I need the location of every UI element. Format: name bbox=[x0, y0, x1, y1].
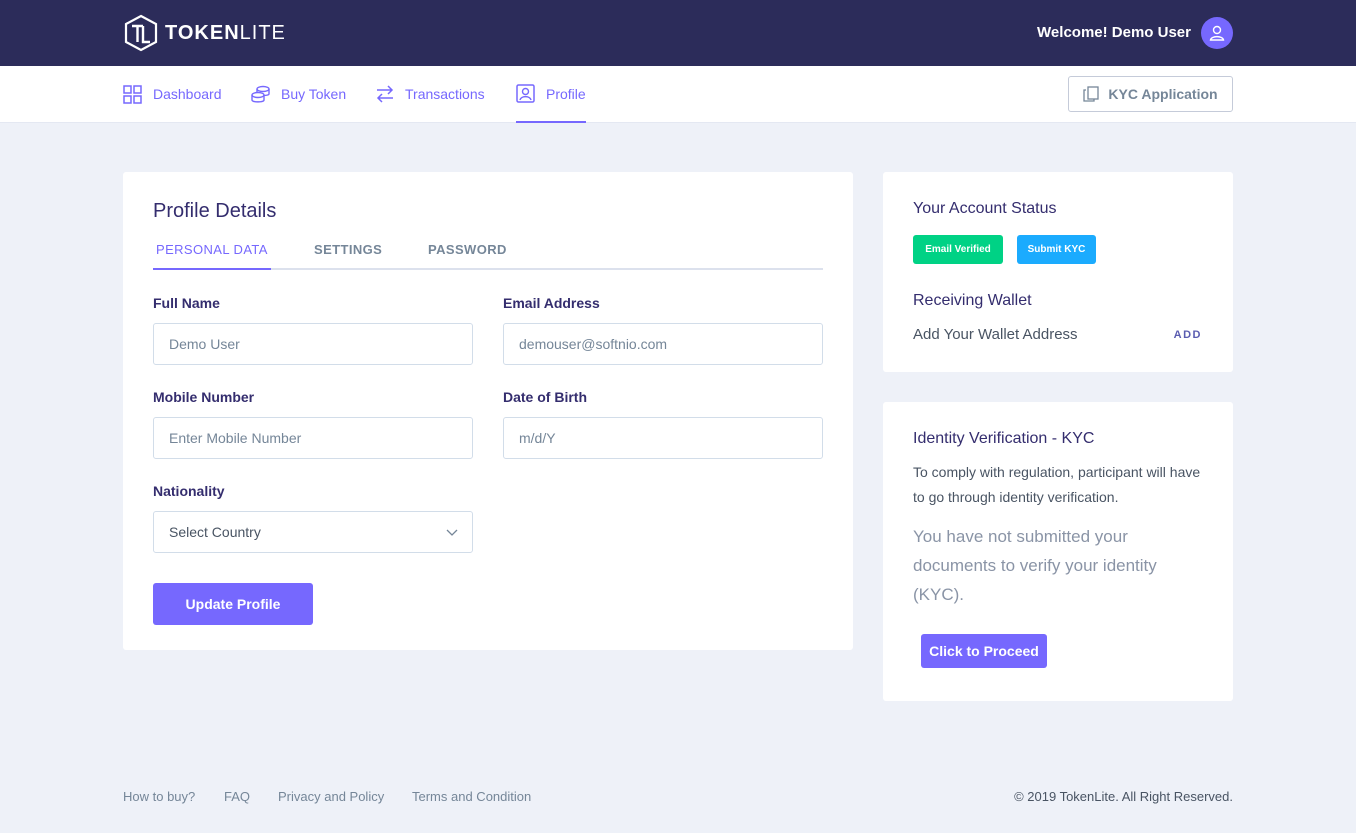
nav-transactions-label: Transactions bbox=[405, 86, 485, 102]
kyc-title: Identity Verification - KYC bbox=[913, 430, 1095, 447]
account-status-card: Your Account Status Email Verified Submi… bbox=[883, 172, 1233, 372]
footer-link-privacy[interactable]: Privacy and Policy bbox=[278, 789, 384, 804]
kyc-application-label: KYC Application bbox=[1108, 86, 1218, 102]
full-name-input[interactable]: Demo User bbox=[153, 323, 473, 365]
footer-link-terms[interactable]: Terms and Condition bbox=[412, 789, 531, 804]
transfer-icon bbox=[376, 85, 394, 103]
wallet-address-text: Add Your Wallet Address bbox=[913, 326, 1078, 343]
add-wallet-link[interactable]: ADD bbox=[1174, 329, 1202, 341]
coins-icon bbox=[251, 85, 270, 103]
nav-profile-label: Profile bbox=[546, 85, 586, 102]
dashboard-icon bbox=[123, 84, 142, 104]
footer-link-how-to-buy[interactable]: How to buy? bbox=[123, 789, 195, 804]
copyright-text: © 2019 TokenLite. All Right Reserved. bbox=[1014, 789, 1233, 804]
dob-input[interactable]: m/d/Y bbox=[503, 417, 823, 459]
kyc-note: You have not submitted your documents to… bbox=[913, 527, 1157, 604]
documents-icon bbox=[1083, 86, 1100, 102]
nav-profile[interactable]: Profile bbox=[516, 66, 586, 123]
nav-buy-token[interactable]: Buy Token bbox=[251, 66, 346, 122]
account-status-title: Your Account Status bbox=[913, 200, 1057, 217]
nationality-selected: Select Country bbox=[169, 524, 261, 540]
click-to-proceed-button[interactable]: Click to Proceed bbox=[921, 634, 1047, 668]
mobile-label: Mobile Number bbox=[153, 389, 255, 405]
nav-transactions[interactable]: Transactions bbox=[376, 66, 485, 122]
full-name-label: Full Name bbox=[153, 295, 220, 311]
top-bar: TOKENLITE Welcome! Demo User bbox=[0, 0, 1356, 66]
receiving-wallet-title: Receiving Wallet bbox=[913, 292, 1032, 309]
email-input[interactable]: demouser@softnio.com bbox=[503, 323, 823, 365]
update-profile-button[interactable]: Update Profile bbox=[153, 583, 313, 625]
nationality-label: Nationality bbox=[153, 483, 225, 499]
welcome-text: Welcome! Demo User bbox=[1037, 24, 1191, 41]
nationality-select[interactable]: Select Country bbox=[153, 511, 473, 553]
profile-icon bbox=[516, 84, 535, 103]
footer-link-faq[interactable]: FAQ bbox=[224, 789, 250, 804]
kyc-card: Identity Verification - KYC To comply wi… bbox=[883, 402, 1233, 701]
tab-settings[interactable]: SETTINGS bbox=[314, 242, 382, 270]
user-icon bbox=[1209, 25, 1225, 41]
profile-details-title: Profile Details bbox=[153, 200, 277, 222]
nav-dashboard[interactable]: Dashboard bbox=[123, 66, 222, 122]
profile-details-card: Profile Details PERSONAL DATA SETTINGS P… bbox=[123, 172, 853, 650]
submit-kyc-badge[interactable]: Submit KYC bbox=[1017, 235, 1096, 264]
chevron-down-icon bbox=[446, 529, 458, 536]
tab-password[interactable]: PASSWORD bbox=[428, 242, 507, 270]
email-verified-badge: Email Verified bbox=[913, 235, 1003, 264]
logo[interactable]: TOKENLITE bbox=[123, 14, 286, 52]
logo-icon bbox=[124, 14, 158, 52]
kyc-application-button[interactable]: KYC Application bbox=[1068, 76, 1233, 112]
dob-label: Date of Birth bbox=[503, 389, 587, 405]
profile-tabs: PERSONAL DATA SETTINGS PASSWORD bbox=[153, 242, 823, 270]
user-avatar[interactable] bbox=[1201, 17, 1233, 49]
logo-text: TOKENLITE bbox=[165, 21, 286, 44]
nav-dashboard-label: Dashboard bbox=[153, 86, 222, 102]
email-label: Email Address bbox=[503, 295, 600, 311]
kyc-description: To comply with regulation, participant w… bbox=[913, 464, 1201, 505]
main-nav: Dashboard Buy Token Transactions Profile… bbox=[0, 66, 1356, 123]
tab-personal-data[interactable]: PERSONAL DATA bbox=[153, 242, 271, 270]
nav-buy-token-label: Buy Token bbox=[281, 86, 347, 102]
mobile-input[interactable]: Enter Mobile Number bbox=[153, 417, 473, 459]
